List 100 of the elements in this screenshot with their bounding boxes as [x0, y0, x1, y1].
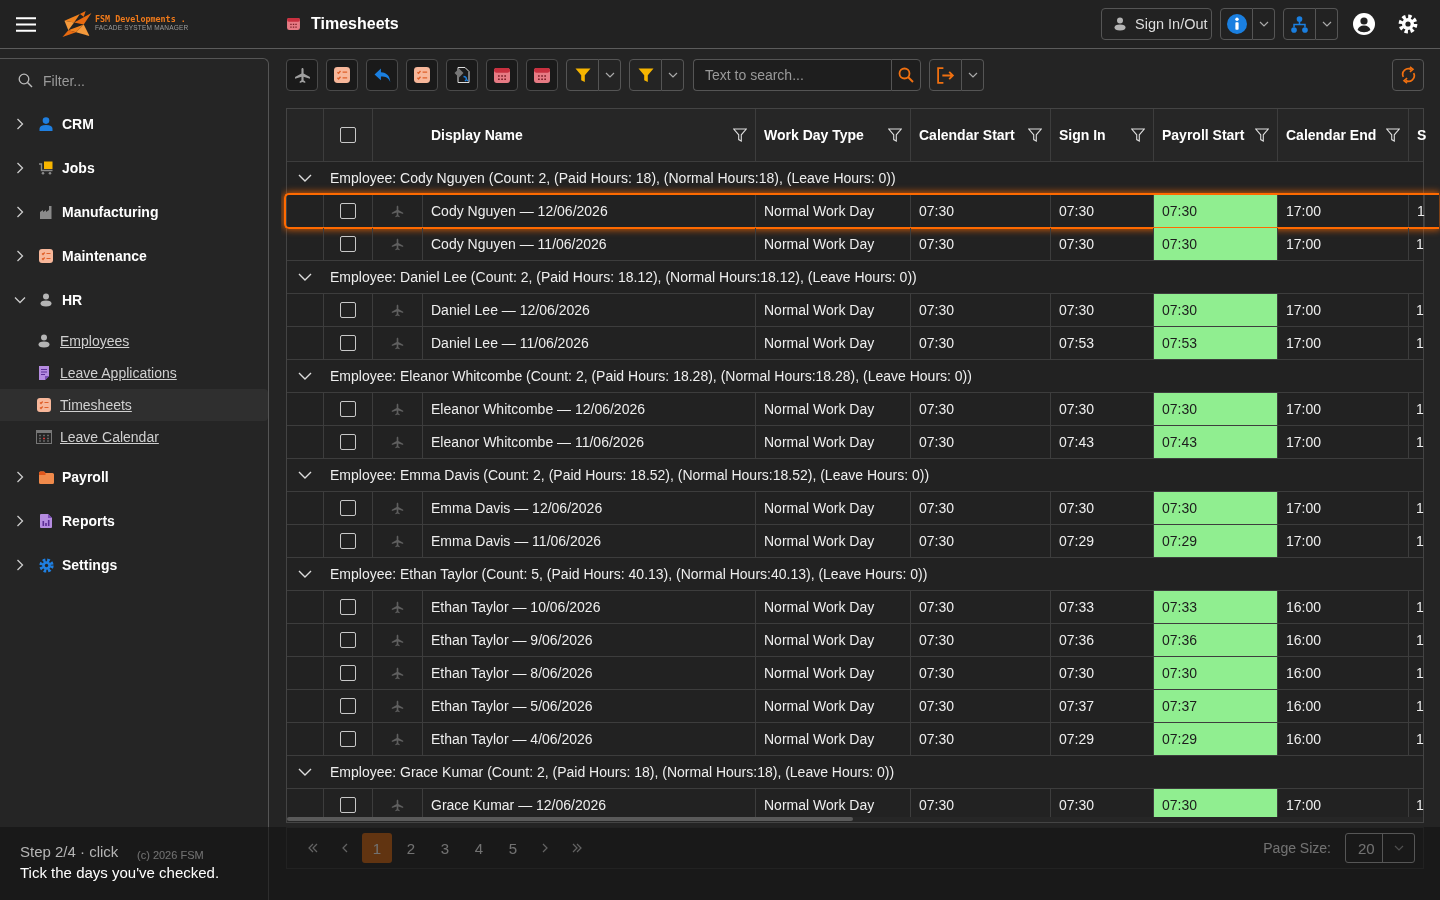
- column-header[interactable]: Work Day Type: [756, 109, 911, 161]
- table-cell: 07:30: [1154, 789, 1278, 817]
- caret-icon: [667, 72, 678, 78]
- row-checkbox[interactable]: [340, 434, 356, 450]
- search-field[interactable]: Text to search...: [693, 59, 891, 91]
- sidebar-item[interactable]: Jobs: [0, 146, 268, 190]
- calendar-button[interactable]: [526, 59, 558, 91]
- table-cell: Normal Work Day: [756, 690, 911, 722]
- row-checkbox[interactable]: [340, 533, 356, 549]
- caret-icon: [1393, 845, 1404, 851]
- row-checkbox[interactable]: [340, 665, 356, 681]
- airplane-button[interactable]: [286, 59, 318, 91]
- table-cell: Normal Work Day: [756, 657, 911, 689]
- horizontal-scrollbar[interactable]: [287, 817, 853, 821]
- row-checkbox[interactable]: [340, 797, 356, 813]
- table-cell: Normal Work Day: [756, 294, 911, 326]
- page-button[interactable]: 4: [467, 835, 491, 861]
- sign-in-out-button[interactable]: Sign In/Out: [1101, 8, 1212, 40]
- search-button[interactable]: [891, 59, 921, 91]
- table-cell: 17:00: [1278, 393, 1409, 425]
- cart-icon: [39, 161, 53, 175]
- airplane-icon: [391, 237, 404, 251]
- page-button[interactable]: 2: [399, 835, 423, 861]
- table-cell: 07:37: [1154, 690, 1278, 722]
- sidebar-item[interactable]: Maintenance: [0, 234, 268, 278]
- airplane-icon: [391, 633, 404, 647]
- column-header[interactable]: Display Name: [423, 109, 756, 161]
- sidebar-item[interactable]: Reports: [0, 499, 268, 543]
- row-checkbox[interactable]: [340, 236, 356, 252]
- refresh-button[interactable]: [1392, 59, 1424, 91]
- column-header[interactable]: Calendar Start: [911, 109, 1051, 161]
- sidebar-item[interactable]: HR: [0, 278, 268, 322]
- double-chevron-right-icon[interactable]: [571, 843, 583, 853]
- person-icon: [1114, 17, 1126, 31]
- filter-field[interactable]: Filter...: [39, 70, 247, 91]
- row-checkbox[interactable]: [340, 401, 356, 417]
- sign-out-button[interactable]: [929, 59, 962, 91]
- checklist-icon: [39, 249, 53, 263]
- table-cell: 07:30: [911, 723, 1051, 755]
- calendar-button[interactable]: [486, 59, 518, 91]
- table-cell: 07:30: [911, 492, 1051, 524]
- table-cell: Ethan Taylor — 8/06/2026: [423, 657, 756, 689]
- row-checkbox[interactable]: [340, 632, 356, 648]
- table-cell: 16:00: [1278, 723, 1409, 755]
- filter-button[interactable]: [566, 59, 599, 91]
- airplane-icon: [391, 204, 404, 218]
- column-header[interactable]: S: [1409, 109, 1425, 161]
- reply-button[interactable]: [366, 59, 398, 91]
- table-cell-text: 1: [1415, 697, 1425, 716]
- table-cell: 07:30: [911, 294, 1051, 326]
- filter-icon: [1028, 128, 1042, 142]
- sidebar-link[interactable]: Leave Calendar: [0, 421, 268, 453]
- info-button[interactable]: [1220, 8, 1253, 40]
- double-chevron-left-icon[interactable]: [307, 843, 319, 853]
- sidebar-link[interactable]: Leave Applications: [0, 357, 268, 389]
- checklist-button[interactable]: [406, 59, 438, 91]
- row-checkbox[interactable]: [340, 599, 356, 615]
- page-button[interactable]: 3: [433, 835, 457, 861]
- row-checkbox[interactable]: [340, 203, 356, 219]
- row-checkbox[interactable]: [340, 302, 356, 318]
- menu-icon[interactable]: [16, 16, 36, 32]
- page-size-select[interactable]: 20: [1345, 833, 1415, 863]
- group-label: Employee: Ethan Taylor (Count: 5, (Paid Hours: 40.13), (Normal Hours:40.13), (Leave Hours: 0)): [330, 566, 928, 582]
- column-header[interactable]: Payroll Start: [1154, 109, 1278, 161]
- table-cell: Eleanor Whitcombe — 12/06/2026: [423, 393, 756, 425]
- table-cell-text: 1: [1415, 598, 1425, 617]
- chevron-right-icon[interactable]: [541, 843, 549, 853]
- sidebar-item[interactable]: CRM: [0, 102, 268, 146]
- hierarchy-button[interactable]: [1283, 8, 1316, 40]
- table-cell: 16:00: [1278, 624, 1409, 656]
- account-icon[interactable]: [1353, 13, 1375, 35]
- sidebar-item[interactable]: Manufacturing: [0, 190, 268, 234]
- calendar-icon: [36, 430, 52, 444]
- page-button[interactable]: 5: [501, 835, 525, 861]
- row-checkbox[interactable]: [340, 500, 356, 516]
- row-checkbox[interactable]: [340, 698, 356, 714]
- airplane-icon: [391, 600, 404, 614]
- sidebar-link[interactable]: Timesheets: [0, 389, 268, 421]
- sidebar-link[interactable]: Employees: [0, 325, 268, 357]
- table-cell: Normal Work Day: [756, 426, 911, 458]
- checklist-button[interactable]: [326, 59, 358, 91]
- airplane-icon: [391, 534, 404, 548]
- column-header[interactable]: Calendar End: [1278, 109, 1409, 161]
- select-all-checkbox[interactable]: [340, 127, 356, 143]
- column-header[interactable]: Sign In: [1051, 109, 1154, 161]
- table-cell: Ethan Taylor — 4/06/2026: [423, 723, 756, 755]
- sidebar-item[interactable]: Payroll: [0, 455, 268, 499]
- filter-button[interactable]: [629, 59, 662, 91]
- table-cell: Normal Work Day: [756, 327, 911, 359]
- row-checkbox[interactable]: [340, 335, 356, 351]
- document-export-button[interactable]: [446, 59, 478, 91]
- filter-icon: [733, 128, 747, 142]
- table-cell: 07:30: [1154, 657, 1278, 689]
- table-cell: Emma Davis — 12/06/2026: [423, 492, 756, 524]
- settings-icon[interactable]: [1398, 14, 1418, 34]
- row-checkbox[interactable]: [340, 731, 356, 747]
- table-cell: Ethan Taylor — 10/06/2026: [423, 591, 756, 623]
- table-cell: Daniel Lee — 11/06/2026: [423, 327, 756, 359]
- chevron-left-icon[interactable]: [341, 843, 349, 853]
- sidebar-item[interactable]: Settings: [0, 543, 268, 587]
